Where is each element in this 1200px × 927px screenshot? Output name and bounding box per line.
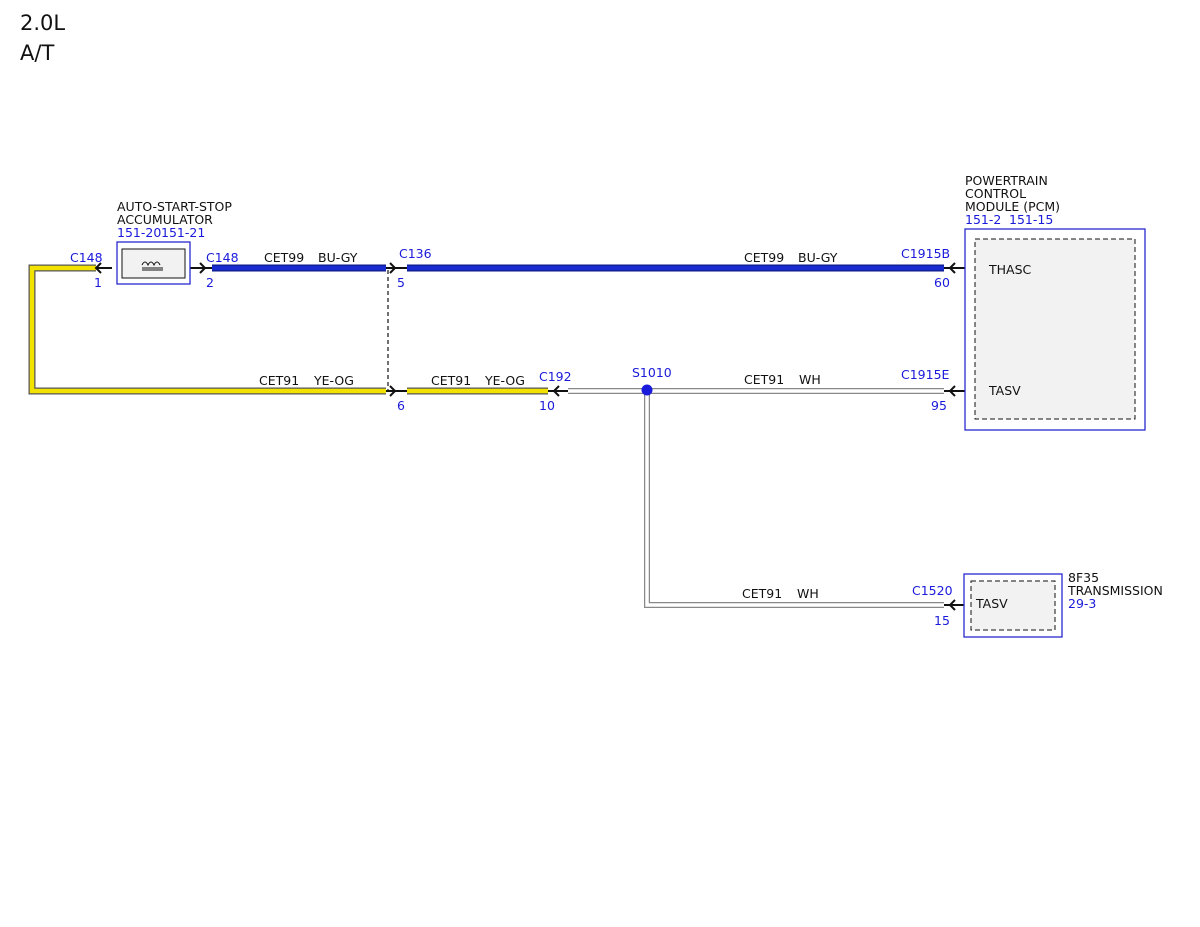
wire1-color: BU-GY <box>318 250 358 265</box>
wire1-circuit: CET99 <box>264 250 304 265</box>
pcm-ref1-link[interactable]: 151-2 <box>965 212 1001 227</box>
connector-c1915b-pin: 60 <box>934 275 950 290</box>
connector-c148-right-id[interactable]: C148 <box>206 250 239 265</box>
splice-s1010-id[interactable]: S1010 <box>632 365 672 380</box>
wire4-circuit: CET91 <box>431 373 471 388</box>
connector-c148-left-pin: 1 <box>94 275 102 290</box>
accumulator-component[interactable] <box>116 241 191 285</box>
wire3-color: YE-OG <box>313 373 354 388</box>
wire2-color: BU-GY <box>798 250 838 265</box>
connector-c192-pin: 10 <box>539 398 555 413</box>
wire2-circuit: CET99 <box>744 250 784 265</box>
wire3-circuit: CET91 <box>259 373 299 388</box>
connector-c192-id[interactable]: C192 <box>539 369 572 384</box>
connector-c1915b-id[interactable]: C1915B <box>901 246 950 261</box>
accumulator-ref1-link[interactable]: 151-20 <box>117 225 161 240</box>
engine-label: 2.0L <box>20 11 65 35</box>
connector-c1915e-pin: 95 <box>931 398 947 413</box>
connector-c148-right-pin: 2 <box>206 275 214 290</box>
connector-c1520-id[interactable]: C1520 <box>912 583 953 598</box>
connector-c136-pin6: 6 <box>397 398 405 413</box>
pcm-ref2-link[interactable]: 151-15 <box>1009 212 1053 227</box>
connector-c1915e-id[interactable]: C1915E <box>901 367 950 382</box>
pcm-pin-thasc-label: THASC <box>988 262 1032 277</box>
connector-c136-id[interactable]: C136 <box>399 246 432 261</box>
connector-c1520-pin: 15 <box>934 613 950 628</box>
terminal-arrows <box>94 262 966 611</box>
splice-s1010-dot[interactable] <box>641 384 653 396</box>
transmission-ref-link[interactable]: 29-3 <box>1068 596 1096 611</box>
pcm-component[interactable] <box>964 228 1146 431</box>
wire4-color: YE-OG <box>484 373 525 388</box>
white-wire-cet91-s1010-c1520[interactable] <box>644 391 944 608</box>
connector-c136-pin5: 5 <box>397 275 405 290</box>
connector-c148-left-id[interactable]: C148 <box>70 250 103 265</box>
wire6-color: WH <box>797 586 819 601</box>
transmission-pin-tasv-label: TASV <box>975 596 1008 611</box>
wire5-color: WH <box>799 372 821 387</box>
wiring-diagram: 2.0L A/T AUTO-START-STOP ACCUMULATOR 151… <box>20 11 1163 638</box>
pcm-pin-tasv-label: TASV <box>988 383 1021 398</box>
wire5-circuit: CET91 <box>744 372 784 387</box>
transmission-type-label: A/T <box>20 41 54 65</box>
accumulator-ref2-link[interactable]: 151-21 <box>161 225 205 240</box>
wire6-circuit: CET91 <box>742 586 782 601</box>
